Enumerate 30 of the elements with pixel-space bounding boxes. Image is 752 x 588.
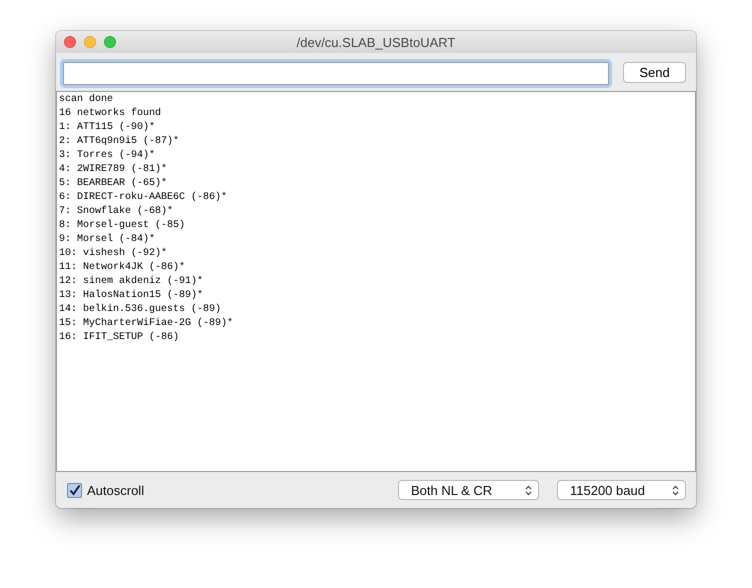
- zoom-icon[interactable]: [104, 36, 116, 48]
- autoscroll-label: Autoscroll: [87, 482, 144, 498]
- autoscroll-checkbox[interactable]: [67, 482, 82, 498]
- output-line: 16: IFIT_SETUP (-86): [59, 331, 180, 345]
- output-line: 2: ATT6q9n9i5 (-87)*: [59, 135, 180, 149]
- line-ending-dropdown[interactable]: Both NL & CR: [398, 480, 539, 500]
- output-line: 8: Morsel-guest (-85): [59, 219, 186, 233]
- output-line: 9: Morsel (-84)*: [59, 233, 156, 247]
- output-line: 11: Network4JK (-86)*: [59, 261, 186, 275]
- output-line: 13: HalosNation15 (-89)*: [59, 289, 204, 303]
- baud-rate-dropdown[interactable]: 115200 baud: [557, 480, 686, 500]
- window-title: /dev/cu.SLAB_USBtoUART: [296, 34, 456, 50]
- chevron-icon: [525, 484, 532, 496]
- output-line: scan done: [59, 93, 114, 107]
- send-button[interactable]: Send: [623, 62, 686, 82]
- output-line: 4: 2WIRE789 (-81)*: [59, 163, 168, 177]
- output-line: 1: ATT115 (-90)*: [59, 121, 156, 135]
- close-icon[interactable]: [64, 36, 76, 48]
- chevron-icon: [672, 484, 679, 496]
- input-field[interactable]: [63, 62, 609, 84]
- output-line: 10: vishesh (-92)*: [59, 247, 168, 261]
- output-line: 15: MyCharterWiFiae-2G (-89)*: [59, 317, 234, 331]
- minimize-icon[interactable]: [84, 36, 96, 48]
- output-line: 12: sinem akdeniz (-91)*: [59, 275, 204, 289]
- output-line: 7: Snowflake (-68)*: [59, 205, 174, 219]
- output-line: 16 networks found: [59, 107, 162, 121]
- output-line: 5: BEARBEAR (-65)*: [59, 177, 168, 191]
- output-line: 6: DIRECT-roku-AABE6C (-86)*: [59, 191, 228, 205]
- output-line: 14: belkin.536.guests (-89): [59, 303, 222, 317]
- output-line: 3: Torres (-94)*: [59, 149, 156, 163]
